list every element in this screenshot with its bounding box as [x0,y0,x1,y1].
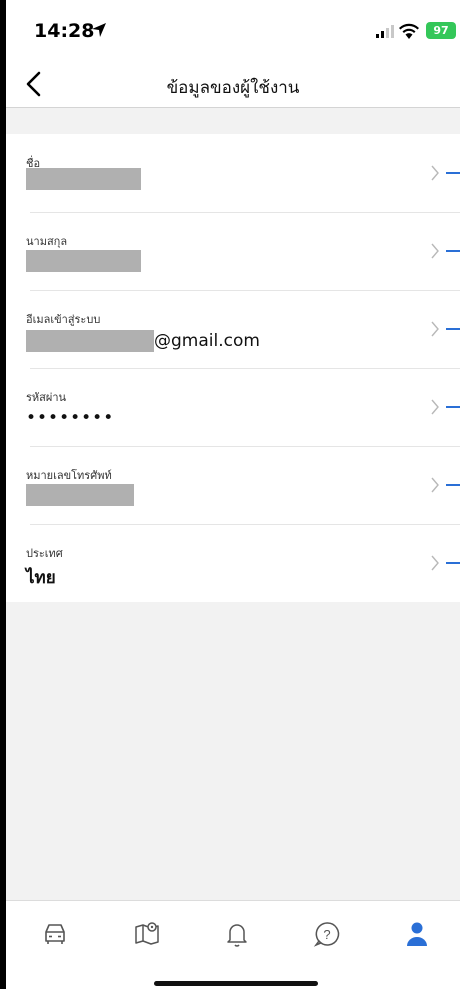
field-label: ประเทศ [26,547,63,560]
field-row-email[interactable]: อีเมลเข้าสู่ระบบ @gmail.com [6,290,460,368]
profile-field-list: ชื่อ นามสกุล อีเมลเข้าสู่ระบบ @gmail.com [6,134,460,602]
edit-accent-mark [446,250,460,252]
field-value: ไทย [26,568,56,588]
phone-screen: 14:28 97 ข้อมูลของผู้ใช้งาน ชื่อ นามสกุล… [6,0,460,989]
field-row-phone[interactable]: หมายเลขโทรศัพท์ [6,446,460,524]
field-row-first-name[interactable]: ชื่อ [6,134,460,212]
signal-icon [376,25,394,38]
redacted-value [26,330,154,352]
field-row-password[interactable]: รหัสผ่าน •••••••• [6,368,460,446]
field-row-country[interactable]: ประเทศ ไทย [6,524,460,602]
email-domain: @gmail.com [154,331,260,351]
home-indicator [154,981,318,986]
edit-accent-mark [446,406,460,408]
field-label: นามสกุล [26,235,68,248]
field-value: @gmail.com [26,330,260,352]
chevron-right-icon [431,555,439,571]
edit-accent-mark [446,328,460,330]
chevron-right-icon [431,243,439,259]
chevron-right-icon [431,399,439,415]
field-label: หมายเลขโทรศัพท์ [26,469,112,482]
redacted-value [26,484,134,506]
status-time: 14:28 [34,20,95,42]
tab-bar: ? [6,900,460,989]
chevron-right-icon [431,477,439,493]
edit-accent-mark [446,562,460,564]
edit-accent-mark [446,484,460,486]
field-value: •••••••• [26,408,115,428]
bell-icon[interactable] [222,919,252,949]
redacted-value [26,168,141,190]
status-bar: 14:28 97 [6,0,460,62]
edit-accent-mark [446,172,460,174]
field-label: รหัสผ่าน [26,391,67,404]
location-arrow-icon [92,23,106,37]
map-icon[interactable] [132,919,162,949]
field-row-last-name[interactable]: นามสกุล [6,212,460,290]
chevron-right-icon [431,165,439,181]
profile-icon[interactable] [402,919,432,949]
car-icon[interactable] [40,919,70,949]
help-icon[interactable]: ? [312,919,342,949]
battery-indicator: 97 [426,22,456,39]
wifi-icon [399,23,419,39]
page-title: ข้อมูลของผู้ใช้งาน [166,78,300,98]
field-label: อีเมลเข้าสู่ระบบ [26,313,101,326]
navigation-bar: ข้อมูลของผู้ใช้งาน [6,62,460,108]
redacted-value [26,250,141,272]
svg-text:?: ? [323,927,330,942]
chevron-right-icon [431,321,439,337]
